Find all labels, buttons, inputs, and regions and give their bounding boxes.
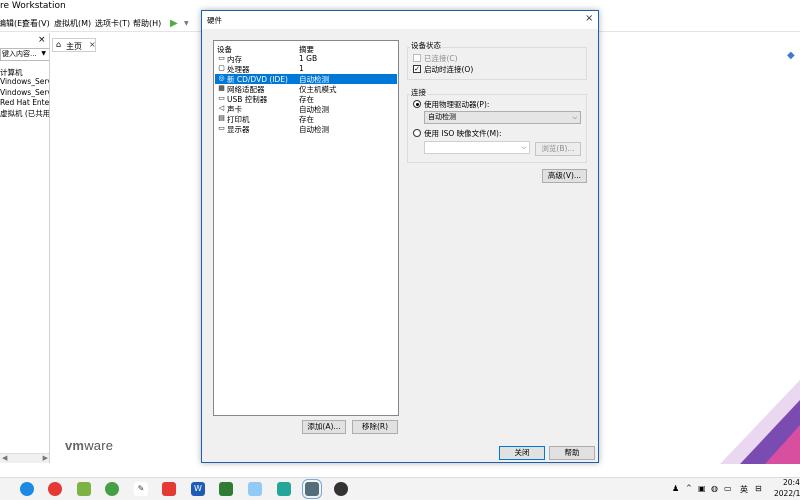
tray-app-icon[interactable]: ⊟: [755, 484, 762, 493]
device-list[interactable]: 设备 摘要 ▭ 内存 1 GB ▢ 处理器 1 ◎ 新 CD/DVD (IDE)…: [213, 40, 399, 416]
browse-button[interactable]: 浏览(B)...: [535, 142, 581, 156]
app-side-icon[interactable]: ◆: [787, 50, 795, 61]
device-row-cd-dvd[interactable]: ◎ 新 CD/DVD (IDE) 自动检测: [215, 74, 397, 84]
connected-label: 已连接(C): [424, 54, 458, 63]
physical-drive-select[interactable]: 自动检测 ⌵: [424, 111, 581, 124]
chevron-down-icon: ⌵: [521, 144, 526, 151]
close-icon[interactable]: ×: [38, 35, 46, 45]
library-panel: × 键入内容... ▼ 计算机 Vindows_Server Vindows_S…: [0, 33, 50, 463]
add-device-button[interactable]: 添加(A)...: [302, 420, 346, 434]
vmware-logo: vmware: [65, 438, 114, 453]
app-icon[interactable]: [334, 482, 348, 496]
clock-time[interactable]: 20:46: [783, 478, 800, 487]
physical-drive-value: 自动检测: [428, 113, 456, 121]
input-method-indicator[interactable]: 英: [740, 484, 748, 495]
device-status-label: 设备状态: [410, 40, 442, 51]
connect-at-power-on-checkbox[interactable]: ✓: [413, 65, 421, 73]
chrome-icon[interactable]: [48, 482, 62, 496]
chevron-down-icon: ⌵: [572, 114, 577, 121]
wallpaper-decoration: [720, 380, 800, 464]
edge-icon[interactable]: [20, 482, 34, 496]
close-icon[interactable]: ×: [585, 13, 593, 24]
library-item[interactable]: 虚拟机 (已共用): [0, 108, 49, 119]
chevron-down-icon[interactable]: ▼: [41, 50, 46, 57]
cd-icon: ◎: [218, 74, 225, 82]
chevron-down-icon[interactable]: ▼: [184, 20, 189, 27]
menu-vm[interactable]: 虚拟机(M): [54, 18, 91, 29]
tray-app-icon[interactable]: ▣: [698, 484, 706, 493]
library-search-input[interactable]: 键入内容... ▼: [0, 48, 49, 61]
device-row-memory[interactable]: ▭ 内存 1 GB: [215, 54, 397, 64]
word-icon[interactable]: W: [191, 482, 205, 496]
device-row-network[interactable]: ▦ 网络适配器 仅主机模式: [215, 84, 397, 94]
hardware-dialog: 硬件 × 设备 摘要 ▭ 内存 1 GB ▢ 处理器 1 ◎ 新 CD/DVD …: [201, 10, 599, 463]
device-row-display[interactable]: ▭ 显示器 自动检测: [215, 124, 397, 134]
app-icon[interactable]: [277, 482, 291, 496]
tray-app-icon[interactable]: ♟: [672, 484, 679, 493]
close-icon[interactable]: ×: [89, 40, 96, 49]
search-placeholder: 键入内容...: [2, 50, 37, 58]
advanced-button[interactable]: 高级(V)...: [542, 169, 587, 183]
scroll-right-icon[interactable]: ▶: [43, 454, 48, 462]
dialog-title: 硬件: [207, 16, 222, 25]
vmware-icon[interactable]: [302, 479, 322, 499]
physical-drive-label: 使用物理驱动器(P):: [424, 100, 490, 109]
iso-file-radio[interactable]: [413, 129, 421, 137]
remove-device-button[interactable]: 移除(R): [352, 420, 398, 434]
device-name: 显示器: [227, 125, 250, 134]
physical-drive-radio[interactable]: [413, 100, 421, 108]
network-icon: ▦: [218, 84, 225, 92]
library-item[interactable]: Vindows_Server: [0, 88, 49, 97]
connection-label: 连接: [410, 87, 427, 98]
sound-icon: ◁: [218, 104, 225, 112]
clock-date[interactable]: 2022/1/: [774, 489, 800, 498]
device-row-sound[interactable]: ◁ 声卡 自动检测: [215, 104, 397, 114]
app-icon[interactable]: [77, 482, 91, 496]
menu-help[interactable]: 帮助(H): [133, 18, 161, 29]
network-icon[interactable]: ▭: [724, 484, 732, 493]
tab-home-label: 主页: [66, 42, 82, 51]
cpu-icon: ▢: [218, 64, 225, 72]
close-button[interactable]: 关闭: [499, 446, 545, 460]
usb-icon: ▭: [218, 94, 225, 102]
play-icon[interactable]: ▶: [170, 18, 178, 29]
dialog-titlebar: 硬件 ×: [202, 11, 598, 29]
app-icon[interactable]: [219, 482, 233, 496]
iso-file-select[interactable]: ⌵: [424, 141, 530, 154]
device-summary: 1 GB: [299, 54, 318, 63]
device-row-processor[interactable]: ▢ 处理器 1: [215, 64, 397, 74]
menu-tabs[interactable]: 选项卡(T): [95, 18, 130, 29]
wechat-icon[interactable]: [105, 482, 119, 496]
home-icon: ⌂: [56, 40, 62, 49]
app-icon[interactable]: [162, 482, 176, 496]
app-icon[interactable]: [248, 482, 262, 496]
horizontal-scrollbar[interactable]: ◀ ▶: [0, 453, 49, 463]
help-button[interactable]: 帮助: [549, 446, 595, 460]
chevron-up-icon[interactable]: ^: [686, 484, 692, 492]
device-summary: 1: [299, 64, 304, 73]
device-row-usb[interactable]: ▭ USB 控制器 存在: [215, 94, 397, 104]
scroll-left-icon[interactable]: ◀: [2, 454, 7, 462]
connected-checkbox[interactable]: [413, 54, 421, 62]
memory-icon: ▭: [218, 54, 225, 62]
display-icon: ▭: [218, 124, 225, 132]
iso-file-label: 使用 ISO 映像文件(M):: [424, 129, 502, 138]
tab-home[interactable]: ⌂ 主页 ×: [52, 38, 96, 52]
device-summary: 自动检测: [299, 125, 329, 134]
connect-at-power-on-label: 启动时连接(O): [424, 65, 474, 74]
taskbar: ✎ W ♟ ^ ▣ ◍ ▭ 英 ⊟ 20:46 2022/1/: [0, 477, 800, 500]
device-row-printer[interactable]: ▤ 打印机 存在: [215, 114, 397, 124]
library-item[interactable]: Red Hat Enterp: [0, 98, 49, 107]
tray-app-icon[interactable]: ◍: [711, 484, 718, 493]
printer-icon: ▤: [218, 114, 225, 122]
app-icon[interactable]: ✎: [134, 482, 148, 496]
library-item[interactable]: Vindows_Server: [0, 77, 49, 86]
menu-view[interactable]: 查看(V): [22, 18, 50, 29]
app-title: re Workstation: [0, 1, 66, 11]
